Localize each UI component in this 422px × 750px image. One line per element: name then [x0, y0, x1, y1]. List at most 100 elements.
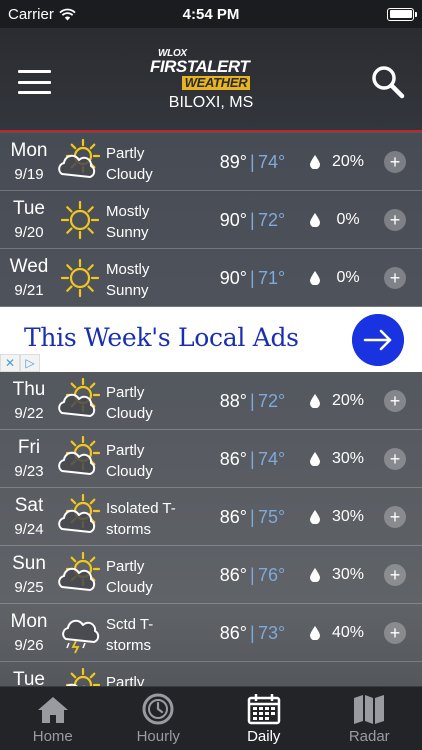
condition-line-1: Isolated T- — [106, 500, 176, 517]
ad-info-icon[interactable]: ▷ — [20, 354, 40, 372]
forecast-row[interactable]: Wed 9/21 Mostly Sunny 90° | 71° 0% + — [0, 249, 422, 307]
station-logo: WLOX FIRSTALERT WEATHER — [150, 48, 272, 92]
map-icon — [354, 695, 385, 724]
precip-chance: 0% — [336, 211, 360, 228]
forecast-row[interactable]: Tue 9/20 Mostly Sunny 90° | 72° 0% + — [0, 191, 422, 249]
expand-plus-icon[interactable]: + — [384, 390, 406, 412]
tab-radar-label: Radar — [348, 728, 390, 745]
expand-plus-icon[interactable]: + — [384, 209, 406, 231]
condition-text: Sctd T-storms — [106, 614, 196, 656]
logo-weather: WEATHER — [181, 76, 251, 90]
condition-line-2: Cloudy — [106, 166, 153, 183]
raindrop-icon — [310, 213, 320, 227]
day-name: Sun — [12, 553, 46, 574]
search-icon[interactable] — [370, 64, 406, 100]
condition-line-2: Cloudy — [106, 405, 153, 422]
condition-line-1: Partly — [106, 442, 145, 459]
low-temp: 74° — [258, 152, 286, 172]
low-temp: 76° — [258, 565, 286, 585]
calendar-icon — [247, 694, 280, 725]
arrow-right-icon[interactable] — [352, 314, 404, 366]
menu-button[interactable] — [18, 70, 51, 94]
tab-hourly-label: Hourly — [136, 728, 180, 745]
ad-choices[interactable]: ✕ ▷ — [0, 354, 40, 372]
wifi-icon — [59, 8, 76, 20]
temp-separator: | — [250, 268, 255, 288]
expand-plus-icon[interactable]: + — [384, 622, 406, 644]
day-date: 9/25 — [14, 579, 44, 596]
expand-plus-icon[interactable]: + — [384, 564, 406, 586]
low-temp: 73° — [258, 623, 286, 643]
ad-banner[interactable]: This Week's Local Ads ✕ ▷ — [0, 307, 422, 372]
temp-separator: | — [250, 623, 255, 643]
menu-bar — [18, 80, 51, 84]
condition-text: Partly Cloudy — [106, 440, 196, 482]
menu-bar — [18, 70, 51, 73]
raindrop-icon — [310, 394, 320, 408]
day-name: Thu — [12, 379, 46, 400]
condition-line-1: Partly — [106, 384, 145, 401]
low-temp: 75° — [258, 507, 286, 527]
partly-cloudy-icon — [58, 377, 101, 417]
tab-hourly[interactable]: Hourly — [106, 687, 212, 750]
raindrop-icon — [310, 626, 320, 640]
condition-text: Partly Cloudy — [106, 143, 196, 185]
ad-text[interactable]: This Week's Local Ads — [24, 323, 299, 352]
temp-separator: | — [250, 152, 255, 172]
condition-line-2: Sunny — [106, 282, 149, 299]
precip-chance: 30% — [331, 508, 365, 525]
thunderstorm-icon — [62, 619, 100, 654]
expand-plus-icon[interactable]: + — [384, 448, 406, 470]
day-date: 9/24 — [14, 521, 44, 538]
temp-separator: | — [250, 507, 255, 527]
condition-line-1: Sctd T- — [106, 616, 154, 633]
status-left: Carrier — [8, 6, 76, 23]
raindrop-icon — [310, 452, 320, 466]
temp-separator: | — [250, 565, 255, 585]
condition-line-2: Cloudy — [106, 463, 153, 480]
precip-chance: 30% — [331, 450, 365, 467]
high-temp: 86° — [219, 449, 247, 469]
expand-plus-icon[interactable]: + — [384, 267, 406, 289]
forecast-row[interactable]: Sun 9/25 Partly Cloudy 86° | 76° 30% + — [0, 546, 422, 604]
forecast-row[interactable]: Fri 9/23 Partly Cloudy 86° | 74° 30% + — [0, 430, 422, 488]
high-temp: 90° — [219, 210, 247, 230]
logo-alert: ALERT — [195, 57, 250, 76]
tab-bar: Home Hourly Daily Radar — [0, 686, 422, 750]
forecast-row[interactable]: Mon 9/19 Partly Cloudy 89° | 74° 20% + — [0, 133, 422, 191]
tab-home[interactable]: Home — [0, 687, 106, 750]
day-name: Wed — [9, 256, 49, 277]
carrier-label: Carrier — [8, 5, 54, 23]
forecast-row[interactable]: Mon 9/26 Sctd T-storms 86° | 73° 40% + — [0, 604, 422, 662]
condition-line-1: Mostly — [106, 261, 150, 278]
forecast-row[interactable]: Thu 9/22 Partly Cloudy 88° | 72° 20% + — [0, 372, 422, 430]
temp-separator: | — [250, 210, 255, 230]
expand-plus-icon[interactable]: + — [384, 151, 406, 173]
day-date: 9/22 — [14, 405, 44, 422]
sunny-icon — [60, 258, 100, 298]
day-name: Tue — [12, 198, 46, 219]
low-temp: 71° — [258, 268, 286, 288]
day-date: 9/21 — [14, 282, 44, 299]
temp-separator: | — [250, 391, 255, 411]
high-temp: 88° — [219, 391, 247, 411]
expand-plus-icon[interactable]: + — [384, 506, 406, 528]
tab-radar[interactable]: Radar — [317, 687, 422, 750]
precip-chance: 40% — [331, 624, 365, 641]
ad-close-icon[interactable]: ✕ — [0, 354, 20, 372]
forecast-row[interactable]: Sat 9/24 Isolated T-storms 86° | 75° 30% + — [0, 488, 422, 546]
tab-home-label: Home — [32, 728, 73, 745]
partly-cloudy-icon — [58, 138, 101, 178]
low-temp: 74° — [258, 449, 286, 469]
condition-text: Mostly Sunny — [106, 201, 196, 243]
day-date: 9/19 — [14, 166, 44, 183]
condition-text: Isolated T-storms — [106, 498, 196, 540]
day-date: 9/20 — [14, 224, 44, 241]
condition-text: Partly Cloudy — [106, 382, 196, 424]
raindrop-icon — [310, 271, 320, 285]
tab-daily[interactable]: Daily — [211, 687, 317, 750]
status-bar: Carrier 4:54 PM — [0, 0, 422, 28]
day-date: 9/26 — [14, 637, 44, 654]
day-name: Fri — [17, 437, 41, 458]
location-label: BILOXI, MS — [168, 94, 254, 111]
